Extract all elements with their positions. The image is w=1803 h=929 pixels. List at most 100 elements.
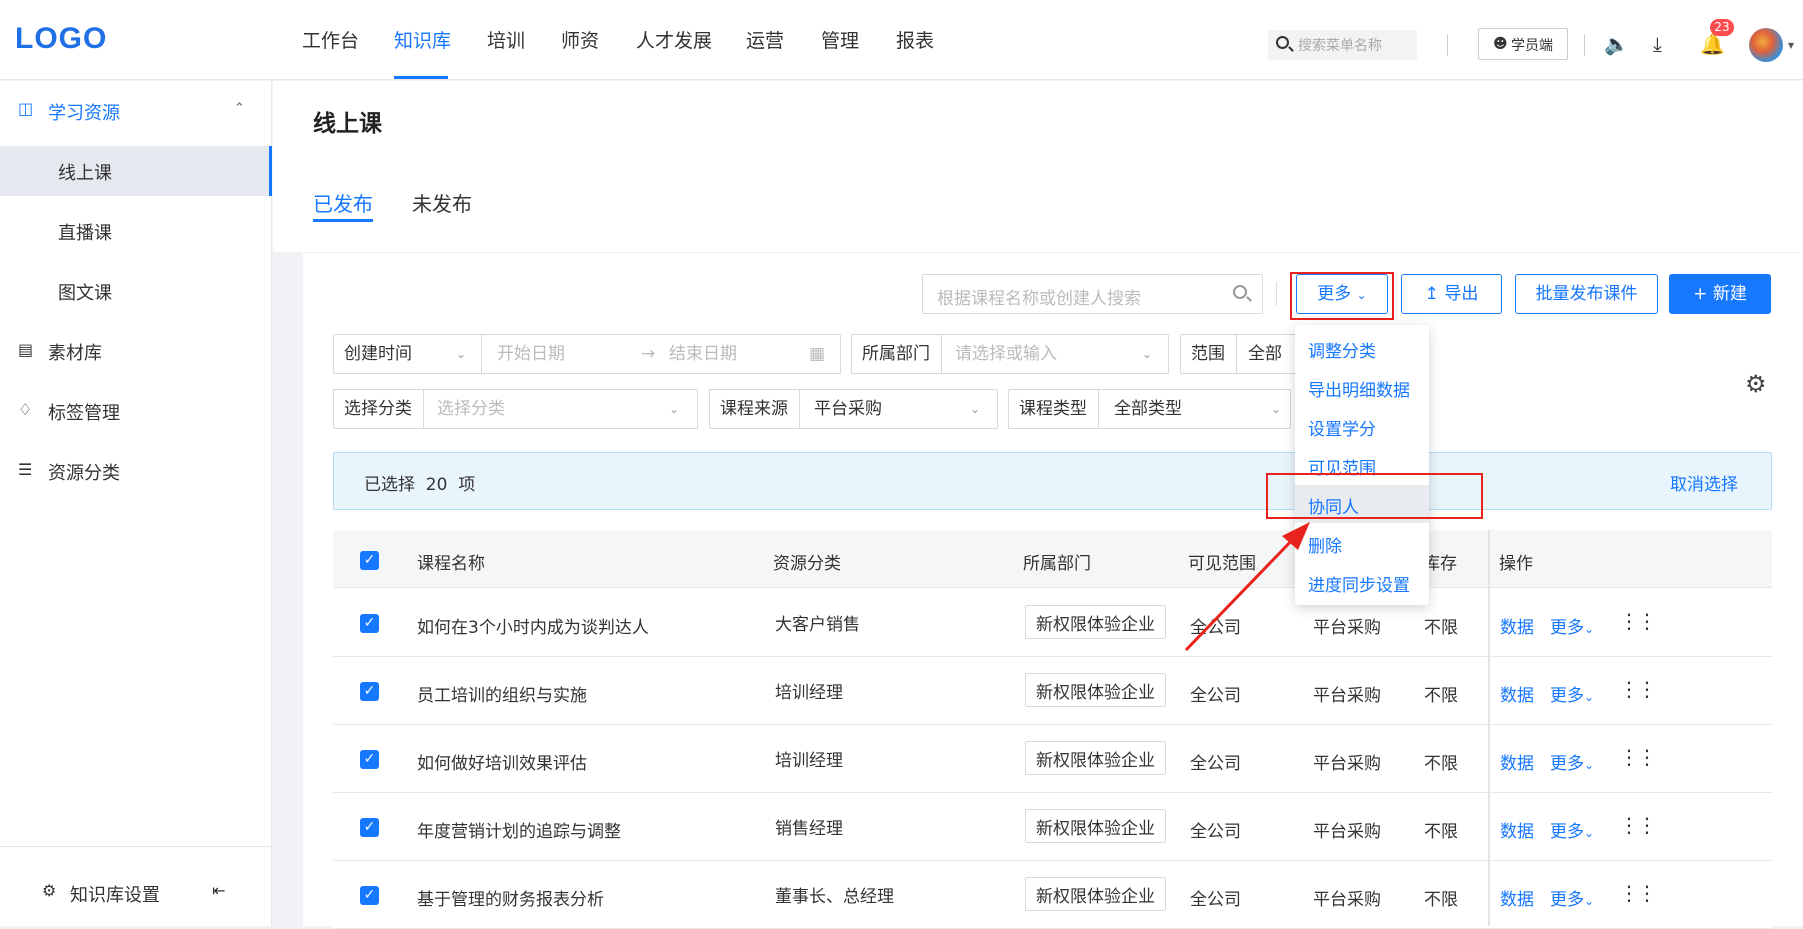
sidebar-item-materials[interactable]: 素材库 xyxy=(0,326,272,376)
nav-talent-development[interactable]: 人才发展 xyxy=(636,26,712,53)
data-link[interactable]: 数据 xyxy=(1500,749,1534,774)
page-header xyxy=(273,81,1803,252)
created-time-filter[interactable]: 创建时间 ⌄ 开始日期 → 结束日期 ▦ xyxy=(333,334,841,374)
sidebar-item-online-course[interactable]: 线上课 xyxy=(0,146,272,196)
course-search-input[interactable]: 根据课程名称或创建人搜索 xyxy=(922,274,1263,314)
search-icon[interactable] xyxy=(1233,285,1247,299)
th-department: 所属部门 xyxy=(1023,554,1091,574)
nav-training[interactable]: 培训 xyxy=(487,26,525,53)
data-link[interactable]: 数据 xyxy=(1500,817,1534,842)
course-name[interactable]: 基于管理的财务报表分析 xyxy=(417,885,604,910)
menu-search-input[interactable]: 搜索菜单名称 xyxy=(1268,30,1417,60)
row-more-link[interactable]: 更多⌄ xyxy=(1550,613,1594,638)
menu-item-export-detail[interactable]: 导出明细数据 xyxy=(1295,368,1429,406)
nav-active-indicator xyxy=(394,76,448,79)
tab-published[interactable]: 已发布 xyxy=(313,188,373,217)
student-portal-button[interactable]: 学员端 xyxy=(1478,28,1568,60)
end-date-input[interactable]: 结束日期 xyxy=(669,335,737,373)
sidebar-group-learning-resources[interactable]: 学习资源 xyxy=(0,86,272,136)
chevron-down-icon: ⌄ xyxy=(1142,347,1153,361)
menu-item-set-credits[interactable]: 设置学分 xyxy=(1295,407,1429,445)
upload-icon: ↥ xyxy=(1424,284,1439,304)
course-source: 平台采购 xyxy=(1313,890,1381,910)
tab-active-indicator xyxy=(313,219,373,222)
row-more-link[interactable]: 更多⌄ xyxy=(1550,749,1594,774)
row-checkbox[interactable]: ✓ xyxy=(360,818,379,837)
drag-handle-icon[interactable]: ⋮⋮ xyxy=(1619,813,1657,837)
drag-handle-icon[interactable]: ⋮⋮ xyxy=(1619,677,1657,701)
gear-icon: ⚙ xyxy=(42,881,57,900)
category-filter[interactable]: 选择分类 选择分类 ⌄ xyxy=(333,389,698,429)
department-input[interactable]: 请选择或输入 xyxy=(955,335,1057,373)
row-checkbox[interactable]: ✓ xyxy=(360,614,379,633)
sidebar-item-resource-categories[interactable]: 资源分类 xyxy=(0,446,272,496)
avatar[interactable] xyxy=(1749,28,1783,62)
calendar-icon[interactable]: ▦ xyxy=(809,335,825,373)
download-icon[interactable]: ⤓ xyxy=(1653,32,1662,56)
drag-handle-icon[interactable]: ⋮⋮ xyxy=(1619,609,1657,633)
course-stock: 不限 xyxy=(1424,754,1458,774)
menu-item-adjust-category[interactable]: 调整分类 xyxy=(1295,329,1429,367)
course-source: 平台采购 xyxy=(1313,754,1381,774)
sticky-column-divider xyxy=(1488,530,1490,926)
tab-unpublished[interactable]: 未发布 xyxy=(412,188,472,217)
sidebar-item-tags[interactable]: 标签管理 xyxy=(0,386,272,436)
sidebar-item-live-course[interactable]: 直播课 xyxy=(0,206,272,256)
collapse-menu-icon[interactable]: ⇤ xyxy=(212,881,225,900)
caret-down-icon[interactable]: ▾ xyxy=(1788,38,1794,52)
cancel-selection-link[interactable]: 取消选择 xyxy=(1670,470,1738,495)
row-checkbox[interactable]: ✓ xyxy=(360,886,379,905)
department-tag: 新权限体验企业 xyxy=(1025,877,1166,911)
row-checkbox[interactable]: ✓ xyxy=(360,750,379,769)
start-date-input[interactable]: 开始日期 xyxy=(497,335,565,373)
nav-operations[interactable]: 运营 xyxy=(746,26,784,53)
row-more-link[interactable]: 更多⌄ xyxy=(1550,817,1594,842)
data-link[interactable]: 数据 xyxy=(1500,885,1534,910)
course-name[interactable]: 如何做好培训效果评估 xyxy=(417,749,587,774)
course-name[interactable]: 员工培训的组织与实施 xyxy=(417,681,587,706)
logo[interactable]: LOGO xyxy=(15,22,107,56)
chevron-down-icon: ⌄ xyxy=(970,402,981,416)
course-name[interactable]: 年度营销计划的追踪与调整 xyxy=(417,817,621,842)
th-operations: 操作 xyxy=(1499,554,1533,574)
row-checkbox[interactable]: ✓ xyxy=(360,682,379,701)
source-label: 课程来源 xyxy=(710,390,800,428)
robot-icon: ◫ xyxy=(18,99,34,118)
nav-reports[interactable]: 报表 xyxy=(896,26,934,53)
course-name[interactable]: 如何在3个小时内成为谈判达人 xyxy=(417,613,649,638)
list-icon: ☰ xyxy=(18,460,33,479)
range-arrow: → xyxy=(641,344,656,364)
tag-icon: ♢ xyxy=(18,400,33,419)
source-filter[interactable]: 课程来源 平台采购 ⌄ xyxy=(709,389,998,429)
row-more-link[interactable]: 更多⌄ xyxy=(1550,885,1594,910)
sidebar-item-article-course[interactable]: 图文课 xyxy=(0,266,272,316)
course-type-filter[interactable]: 课程类型 全部类型 ⌄ xyxy=(1008,389,1291,429)
batch-publish-button[interactable]: 批量发布课件 xyxy=(1515,274,1658,314)
nav-management[interactable]: 管理 xyxy=(821,26,859,53)
drag-handle-icon[interactable]: ⋮⋮ xyxy=(1619,881,1657,905)
chevron-down-icon: ⌄ xyxy=(669,402,680,416)
row-more-link[interactable]: 更多⌄ xyxy=(1550,681,1594,706)
export-button[interactable]: ↥ 导出 xyxy=(1401,274,1502,314)
new-button[interactable]: + 新建 xyxy=(1669,274,1771,314)
source-value[interactable]: 平台采购 xyxy=(814,390,882,428)
department-filter[interactable]: 所属部门 请选择或输入 ⌄ xyxy=(851,334,1169,374)
speaker-icon[interactable]: 🔈 xyxy=(1604,32,1629,56)
department-tag: 新权限体验企业 xyxy=(1025,673,1166,707)
nav-teachers[interactable]: 师资 xyxy=(561,26,599,53)
nav-workbench[interactable]: 工作台 xyxy=(302,26,359,53)
nav-knowledge-base[interactable]: 知识库 xyxy=(394,26,451,53)
data-link[interactable]: 数据 xyxy=(1500,681,1534,706)
drag-handle-icon[interactable]: ⋮⋮ xyxy=(1619,745,1657,769)
category-input[interactable]: 选择分类 xyxy=(437,390,505,428)
selection-count: 已选择 20 项 xyxy=(364,475,476,495)
course-type-value[interactable]: 全部类型 xyxy=(1114,390,1182,428)
chevron-up-icon[interactable]: ⌃ xyxy=(234,101,245,116)
scope-filter[interactable]: 范围 全部 xyxy=(1180,334,1300,374)
data-link[interactable]: 数据 xyxy=(1500,613,1534,638)
th-course-name: 课程名称 xyxy=(417,554,485,574)
scope-value[interactable]: 全部 xyxy=(1248,335,1282,373)
settings-gear-icon[interactable]: ⚙ xyxy=(1745,370,1767,398)
select-all-checkbox[interactable]: ✓ xyxy=(360,551,379,570)
knowledge-base-settings[interactable]: 知识库设置 xyxy=(70,881,160,907)
